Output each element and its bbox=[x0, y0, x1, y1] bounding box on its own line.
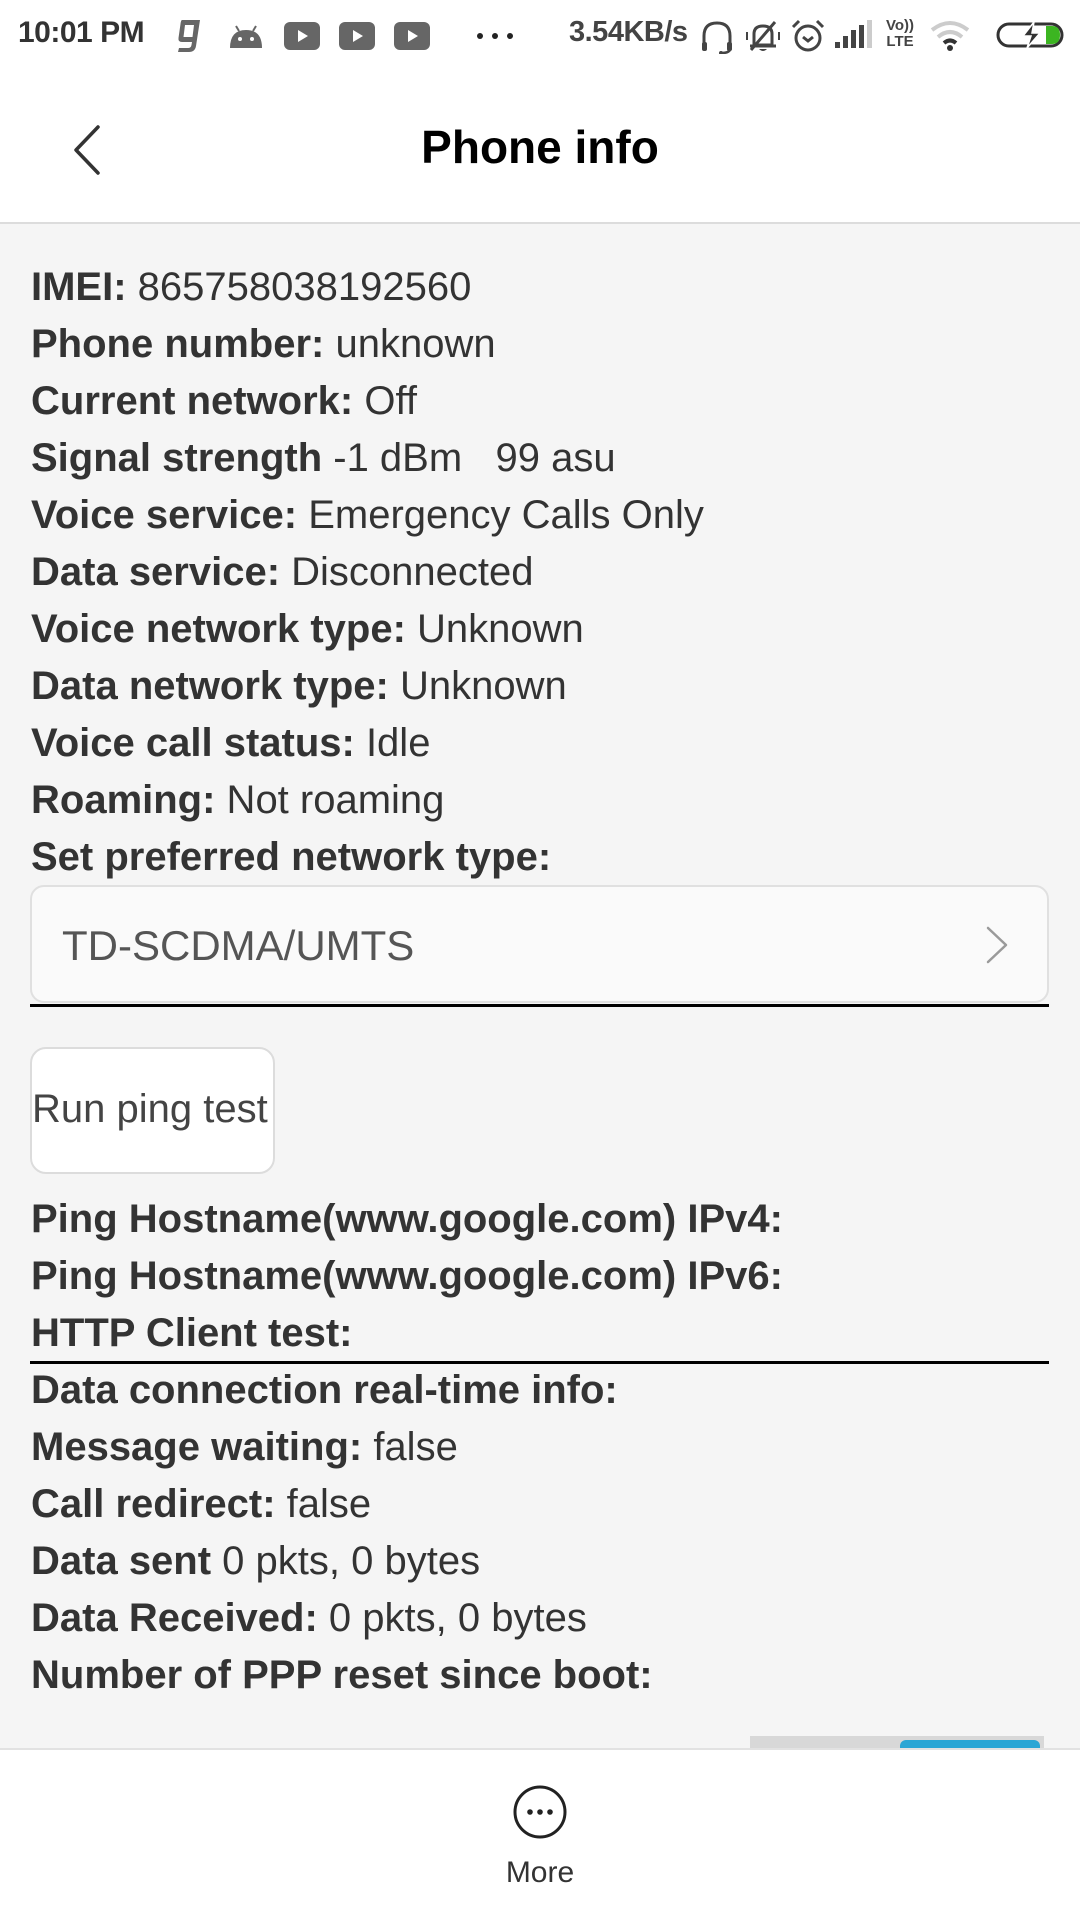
data-label: Message waiting: bbox=[31, 1425, 363, 1469]
info-value: Idle bbox=[354, 721, 431, 765]
data-row-realtime-info: Data connection real-time info: bbox=[31, 1366, 618, 1414]
info-value: Not roaming bbox=[215, 778, 445, 822]
more-notifications-icon bbox=[477, 33, 513, 39]
info-row-preferred-network-label: Set preferred network type: bbox=[31, 833, 551, 881]
data-value: false bbox=[362, 1425, 458, 1469]
info-label: Data service: bbox=[31, 550, 281, 594]
info-label: Signal strength bbox=[31, 436, 323, 480]
info-label: Data network type: bbox=[31, 664, 389, 708]
data-value: 0 pkts, 0 bytes bbox=[317, 1596, 587, 1640]
info-label: Voice service: bbox=[31, 493, 298, 537]
volte-top-text: Vo)) bbox=[885, 17, 915, 34]
run-ping-test-button[interactable]: Run ping test bbox=[30, 1047, 275, 1174]
data-row-data-sent: Data sent 0 pkts, 0 bytes bbox=[31, 1537, 480, 1585]
info-row-current-network: Current network: Off bbox=[31, 377, 417, 425]
chevron-right-icon bbox=[986, 926, 1008, 964]
ping-row-ipv6: Ping Hostname(www.google.com) IPv6: bbox=[31, 1252, 783, 1300]
data-row-call-redirect: Call redirect: false bbox=[31, 1480, 371, 1528]
info-row-signal-strength: Signal strength -1 dBm 99 asu bbox=[31, 434, 616, 482]
android-icon bbox=[230, 25, 262, 48]
data-label: Number of PPP reset since boot: bbox=[31, 1653, 653, 1697]
wifi-icon bbox=[930, 21, 970, 51]
silent-bell-icon bbox=[746, 21, 780, 51]
data-value: false bbox=[275, 1482, 372, 1526]
more-circle-icon bbox=[513, 1785, 567, 1839]
info-row-roaming: Roaming: Not roaming bbox=[31, 776, 444, 824]
data-row-ppp-reset: Number of PPP reset since boot: bbox=[31, 1651, 653, 1699]
network-speed: 3.54KB/s bbox=[569, 16, 688, 48]
app-header: Phone info bbox=[0, 72, 1080, 224]
info-value: Unknown bbox=[388, 664, 567, 708]
info-label: IMEI: bbox=[31, 265, 127, 309]
data-value: 0 pkts, 0 bytes bbox=[211, 1539, 481, 1583]
info-label: Voice call status: bbox=[31, 721, 355, 765]
data-row-data-received: Data Received: 0 pkts, 0 bytes bbox=[31, 1594, 587, 1642]
info-row-data-network-type: Data network type: Unknown bbox=[31, 662, 567, 710]
info-value: Unknown bbox=[405, 607, 584, 651]
data-label: Data Received: bbox=[31, 1596, 318, 1640]
info-label: Current network: bbox=[31, 379, 354, 423]
info-value: Emergency Calls Only bbox=[297, 493, 704, 537]
youtube-icon bbox=[284, 22, 320, 50]
preferred-network-type-select[interactable]: TD-SCDMA/UMTS bbox=[30, 885, 1049, 1003]
select-underline bbox=[30, 1004, 1049, 1007]
info-value: Disconnected bbox=[280, 550, 534, 594]
info-row-voice-service: Voice service: Emergency Calls Only bbox=[31, 491, 704, 539]
info-value: Off bbox=[353, 379, 417, 423]
headset-icon bbox=[702, 21, 732, 54]
info-value: -1 dBm 99 asu bbox=[322, 436, 616, 480]
signal-icon bbox=[835, 20, 872, 48]
info-label: Phone number: bbox=[31, 322, 325, 366]
more-label: More bbox=[505, 1856, 575, 1889]
http-label: HTTP Client test: bbox=[31, 1311, 353, 1355]
run-ping-test-label: Run ping test bbox=[32, 1087, 268, 1131]
info-label: Voice network type: bbox=[31, 607, 406, 651]
section-divider bbox=[30, 1361, 1049, 1364]
preferred-network-type-value: TD-SCDMA/UMTS bbox=[62, 922, 415, 969]
ping-label: Ping Hostname(www.google.com) IPv6: bbox=[31, 1254, 783, 1298]
info-row-imei: IMEI: 865758038192560 bbox=[31, 263, 471, 311]
youtube-icon bbox=[339, 22, 375, 50]
alarm-icon bbox=[791, 19, 825, 52]
http-client-test-row: HTTP Client test: bbox=[31, 1309, 353, 1357]
data-label: Data sent bbox=[31, 1539, 212, 1583]
data-label: Data connection real-time info: bbox=[31, 1368, 618, 1412]
info-value: unknown bbox=[324, 322, 496, 366]
status-time: 10:01 PM bbox=[18, 16, 145, 49]
data-label: Call redirect: bbox=[31, 1482, 276, 1526]
status-bar: 10:01 PM 3.54KB/s Vo)) LTE bbox=[0, 0, 1080, 72]
page-title: Phone info bbox=[421, 121, 659, 173]
more-button[interactable]: More bbox=[470, 1770, 610, 1910]
data-row-message-waiting: Message waiting: false bbox=[31, 1423, 458, 1471]
info-row-voice-call-status: Voice call status: Idle bbox=[31, 719, 430, 767]
youtube-icon bbox=[394, 22, 430, 50]
volte-icon: Vo)) LTE bbox=[882, 18, 918, 52]
bottom-action-bar: More bbox=[0, 1748, 1080, 1920]
phone-info-content[interactable]: IMEI: 865758038192560 Phone number: unkn… bbox=[0, 224, 1080, 1748]
ping-row-ipv4: Ping Hostname(www.google.com) IPv4: bbox=[31, 1195, 783, 1243]
info-label: Roaming: bbox=[31, 778, 216, 822]
info-row-data-service: Data service: Disconnected bbox=[31, 548, 534, 596]
ping-label: Ping Hostname(www.google.com) IPv4: bbox=[31, 1197, 783, 1241]
battery-charging-icon bbox=[996, 21, 1064, 49]
info-value: 865758038192560 bbox=[126, 265, 472, 309]
info-row-voice-network-type: Voice network type: Unknown bbox=[31, 605, 584, 653]
info-label: Set preferred network type: bbox=[31, 835, 552, 879]
gaana-icon bbox=[178, 20, 200, 52]
info-row-phone-number: Phone number: unknown bbox=[31, 320, 496, 368]
volte-bottom-text: LTE bbox=[886, 33, 914, 50]
partially-visible-button[interactable] bbox=[900, 1740, 1040, 1748]
